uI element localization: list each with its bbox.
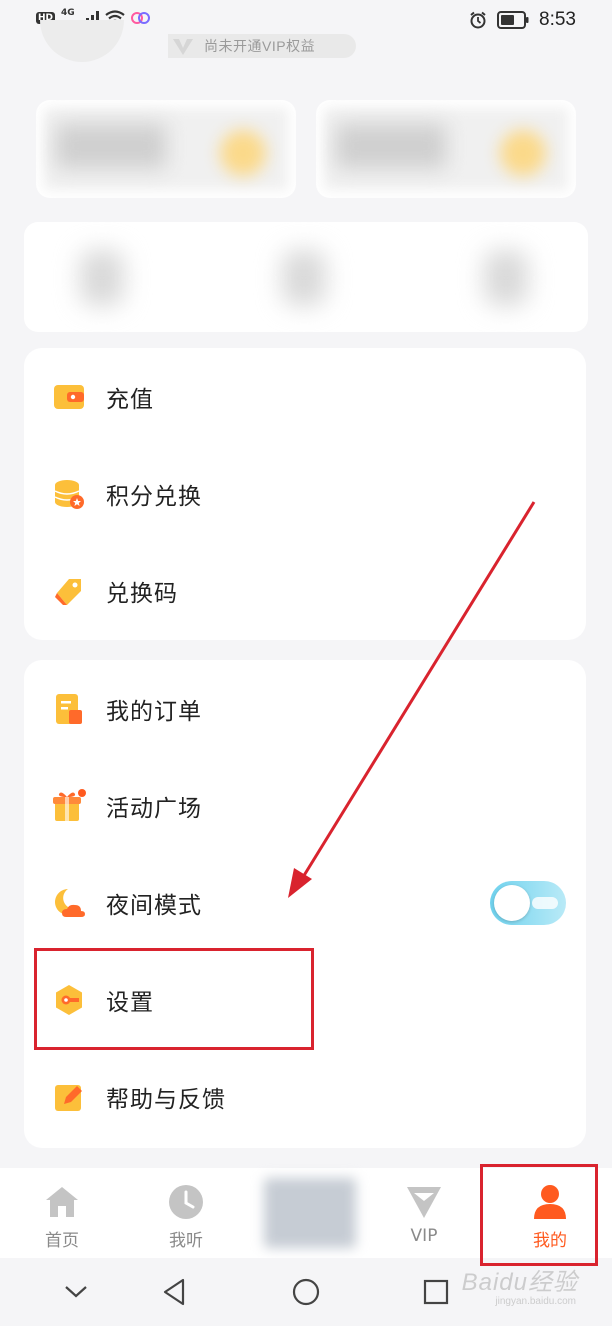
menu-label: 我的订单 — [106, 698, 202, 725]
back-icon[interactable] — [154, 1274, 194, 1310]
order-icon — [52, 692, 86, 726]
vip-icon — [404, 1182, 444, 1222]
nav-label: 我听 — [169, 1231, 203, 1251]
menu-item-night-mode[interactable]: 夜间模式 — [24, 854, 586, 951]
menu-label: 设置 — [106, 989, 154, 1016]
menu-label: 充值 — [106, 386, 154, 413]
menu-item-my-orders[interactable]: 我的订单 — [24, 660, 586, 757]
network-type: 4G — [61, 8, 75, 18]
home-circle-icon[interactable] — [286, 1274, 326, 1310]
avatar[interactable] — [40, 20, 124, 62]
menu-item-points-exchange[interactable]: 积分兑换 — [24, 445, 586, 542]
chevron-down-icon[interactable] — [56, 1274, 96, 1310]
blurred-shortcut-row — [24, 222, 588, 332]
nav-home[interactable]: 首页 — [22, 1168, 102, 1258]
clock-icon — [166, 1182, 206, 1222]
nav-label: 我的 — [533, 1231, 567, 1251]
menu-item-redeem-code[interactable]: 兑换码 — [24, 542, 586, 639]
edit-icon — [52, 1080, 86, 1114]
menu-item-recharge[interactable]: 充值 — [24, 348, 586, 445]
recent-apps-icon[interactable] — [416, 1274, 456, 1310]
menu-card-general: 我的订单 活动广场 夜间模式 设置 帮助与反馈 — [24, 660, 586, 1148]
status-right: 8:53 — [469, 9, 576, 31]
blurred-center-player[interactable] — [264, 1178, 356, 1248]
menu-label: 兑换码 — [106, 580, 178, 607]
profile-icon — [530, 1182, 570, 1222]
menu-label: 夜间模式 — [106, 892, 202, 919]
coins-icon — [52, 477, 86, 511]
blurred-points-card[interactable] — [316, 100, 576, 198]
gift-icon — [52, 788, 86, 823]
moon-icon — [52, 886, 86, 920]
toggle-knob — [494, 884, 530, 921]
vip-status-pill[interactable]: 尚未开通VIP权益 — [168, 34, 356, 58]
watermark-url: jingyan.baidu.com — [495, 1296, 576, 1307]
settings-icon — [52, 983, 86, 1017]
vip-status-text: 尚未开通VIP权益 — [204, 38, 316, 54]
bottom-nav: 首页 我听 VIP 我的 — [0, 1168, 612, 1258]
menu-item-settings[interactable]: 设置 — [24, 951, 586, 1048]
menu-label: 积分兑换 — [106, 483, 202, 510]
vip-badge-icon — [173, 39, 193, 55]
app-notification-icon — [130, 12, 150, 24]
menu-item-activity-square[interactable]: 活动广场 — [24, 757, 586, 854]
blurred-balance-card[interactable] — [36, 100, 296, 198]
menu-item-help-feedback[interactable]: 帮助与反馈 — [24, 1048, 586, 1145]
battery-icon — [497, 11, 529, 29]
nav-mine[interactable]: 我的 — [510, 1168, 590, 1258]
nav-vip[interactable]: VIP — [384, 1168, 464, 1258]
night-mode-toggle[interactable] — [490, 880, 566, 925]
nav-label: 首页 — [45, 1231, 79, 1251]
menu-label: 活动广场 — [106, 795, 202, 822]
nav-label: VIP — [410, 1226, 438, 1246]
menu-card-payments: 充值 积分兑换 兑换码 — [24, 348, 586, 640]
home-icon — [42, 1182, 82, 1222]
wallet-icon — [52, 380, 86, 414]
tag-icon — [52, 574, 86, 608]
menu-label: 帮助与反馈 — [106, 1086, 226, 1113]
status-time: 8:53 — [539, 9, 576, 30]
watermark: Baidu经验 — [461, 1269, 578, 1296]
nav-listening[interactable]: 我听 — [146, 1168, 226, 1258]
alarm-icon — [470, 11, 486, 29]
